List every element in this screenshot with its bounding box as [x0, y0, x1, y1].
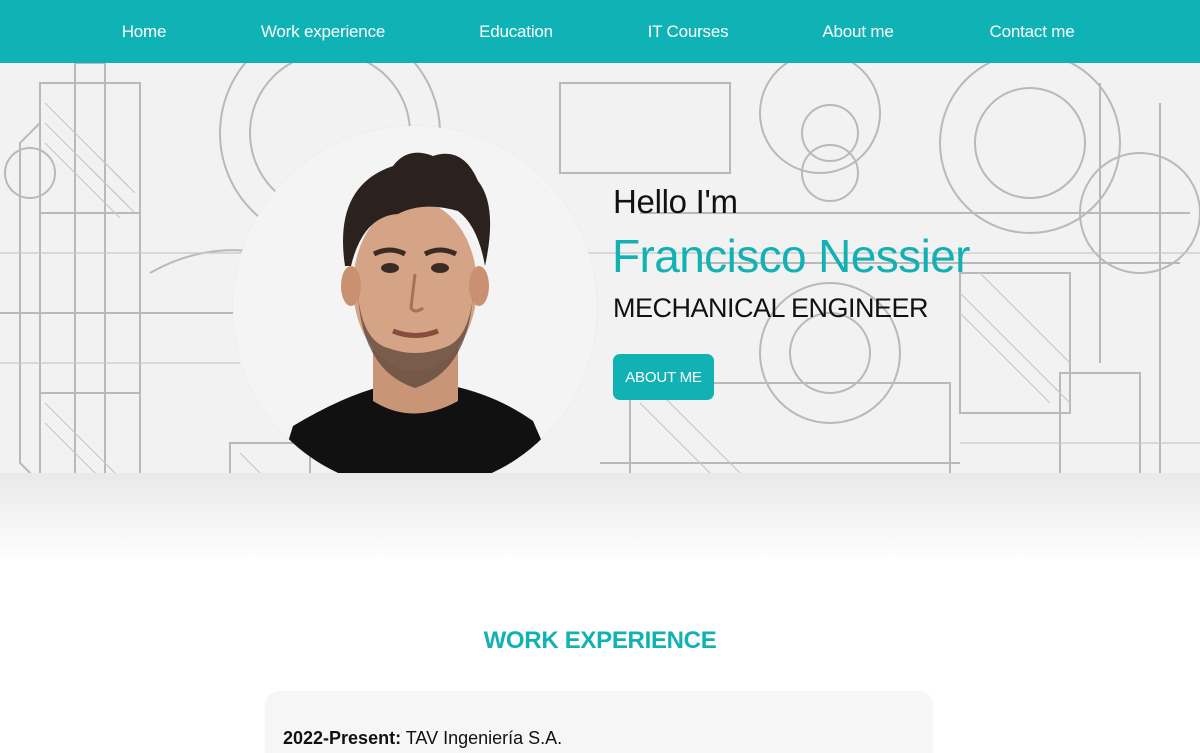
hero-role: MECHANICAL ENGINEER — [613, 293, 929, 323]
experience-entry: 2022-Present: TAV Ingeniería S.A. — [283, 728, 562, 749]
hero-section: Hello I'm Francisco Nessier MECHANICAL E… — [0, 63, 1200, 536]
blueprint-background — [0, 63, 1200, 536]
profile-photo — [233, 126, 597, 490]
nav-education[interactable]: Education — [479, 0, 553, 63]
nav-work-experience[interactable]: Work experience — [261, 0, 385, 63]
nav-about-me[interactable]: About me — [822, 0, 893, 63]
hero-name: Francisco Nessier — [612, 230, 970, 282]
nav-home[interactable]: Home — [122, 0, 167, 63]
work-experience-title: WORK EXPERIENCE — [483, 627, 717, 654]
experience-company: TAV Ingeniería S.A. — [405, 728, 563, 748]
experience-period: 2022-Present: — [283, 728, 402, 748]
experience-card: 2022-Present: TAV Ingeniería S.A. — [265, 691, 933, 753]
nav-contact-me[interactable]: Contact me — [990, 0, 1075, 63]
hero-greeting: Hello I'm — [613, 183, 738, 220]
hero-bottom-fade — [0, 473, 1200, 563]
about-me-button[interactable]: ABOUT ME — [613, 354, 714, 400]
top-navbar: Home Work experience Education IT Course… — [0, 0, 1200, 63]
nav-it-courses[interactable]: IT Courses — [648, 0, 729, 63]
